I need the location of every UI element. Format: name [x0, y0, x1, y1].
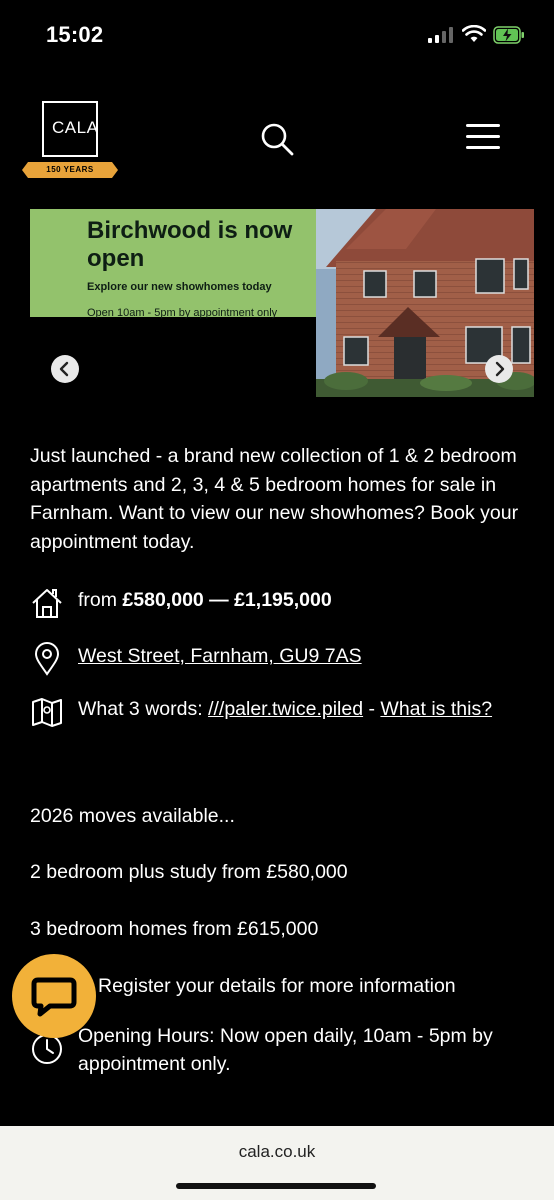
menu-line: [466, 124, 500, 127]
address-link[interactable]: West Street, Farnham, GU9 7AS: [78, 645, 362, 667]
cala-logo[interactable]: CALA 150 YEARS: [22, 98, 118, 180]
what-is-this-link[interactable]: What is this?: [380, 698, 492, 720]
banner-hours: Open 10am - 5pm by appointment only: [87, 307, 278, 319]
development-description: Just launched - a brand new collection o…: [30, 445, 519, 553]
map-icon: [32, 698, 62, 727]
carousel-next-button[interactable]: [485, 355, 513, 383]
carousel-prev-button[interactable]: [51, 355, 79, 383]
home-indicator: [176, 1183, 376, 1189]
chevron-right-icon: [495, 361, 505, 377]
banner-subtitle: Explore our new showhomes today: [87, 281, 272, 293]
what3words-link[interactable]: ///paler.twice.piled: [208, 698, 363, 720]
what3words-text: What 3 words: ///paler.twice.piled - Wha…: [78, 695, 508, 723]
what3words-label: What 3 words:: [78, 698, 203, 720]
house-icon: [32, 589, 62, 618]
status-time: 15:02: [46, 22, 104, 47]
browser-url-bar[interactable]: cala.co.uk: [0, 1126, 554, 1200]
search-icon[interactable]: [258, 120, 298, 160]
two-bed-price-text: 2 bedroom plus study from £580,000: [30, 861, 348, 883]
price-prefix: from: [78, 589, 117, 611]
chat-button[interactable]: [12, 954, 96, 1038]
address-text: West Street, Farnham, GU9 7AS: [78, 642, 508, 670]
price-range: £580,000 — £1,195,000: [122, 589, 332, 611]
register-details-link[interactable]: Register your details for more informati…: [98, 972, 456, 1000]
opening-hours-text: Opening Hours: Now open daily, 10am - 5p…: [78, 1025, 493, 1075]
url-text[interactable]: cala.co.uk: [0, 1142, 554, 1162]
battery-charging-icon: [493, 26, 524, 44]
cellular-signal-icon: [428, 27, 453, 43]
chevron-left-icon: [59, 361, 69, 377]
menu-line: [466, 135, 500, 138]
three-bed-price-text: 3 bedroom homes from £615,000: [30, 918, 319, 940]
menu-line: [466, 146, 500, 149]
logo-text: CALA: [52, 118, 99, 137]
moves-available-text: 2026 moves available...: [30, 805, 235, 827]
logo-ribbon: 150 YEARS: [22, 162, 118, 178]
map-pin-icon: [34, 642, 60, 676]
banner-text-panel: Birchwood is now open Explore our new sh…: [30, 209, 342, 319]
price-text: from £580,000 — £1,195,000: [78, 586, 508, 614]
chat-bubble-icon: [31, 977, 77, 1017]
wifi-icon: [462, 25, 486, 42]
hamburger-menu-icon[interactable]: [466, 124, 500, 154]
status-bar: 15:02: [0, 0, 554, 72]
banner-title: Birchwood is now open: [87, 217, 293, 272]
promo-banner-carousel[interactable]: Birchwood is now open Explore our new sh…: [30, 209, 534, 397]
what3words-separator: -: [363, 698, 381, 720]
site-header: CALA 150 YEARS: [0, 90, 554, 190]
